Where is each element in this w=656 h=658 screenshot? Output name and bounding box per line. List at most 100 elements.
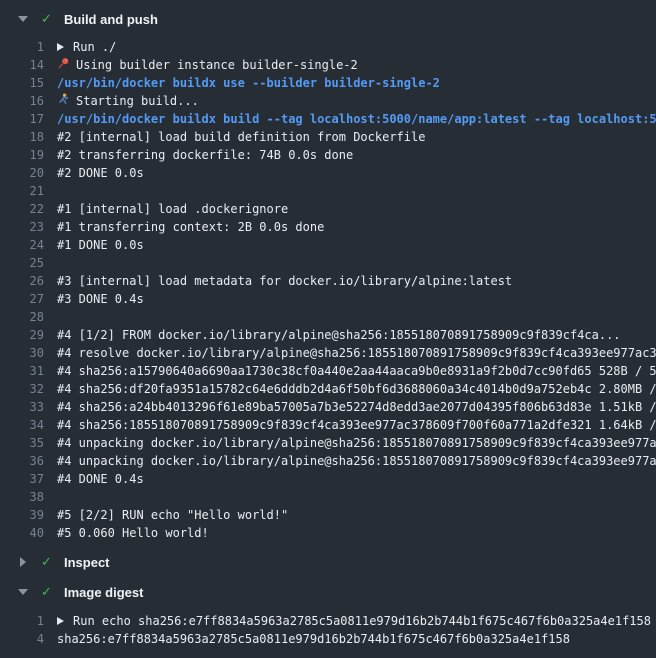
chevron-right-icon[interactable] (18, 557, 28, 567)
line-text: #4 sha256:a24bb4013296f61e89ba57005a7b3e… (44, 398, 656, 416)
log-line: 37 #4 DONE 0.4s (0, 470, 656, 488)
line-text: #4 unpacking docker.io/library/alpine@sh… (44, 434, 656, 452)
log-line: 33 #4 sha256:a24bb4013296f61e89ba57005a7… (0, 398, 656, 416)
log-line: 38 (0, 488, 656, 506)
line-number[interactable]: 35 (0, 434, 44, 452)
log-line: 34 #4 sha256:185518070891758909c9f839cf4… (0, 416, 656, 434)
line-number[interactable]: 4 (0, 630, 44, 648)
log-line: 23 #1 transferring context: 2B 0.0s done (0, 218, 656, 236)
line-number[interactable]: 14 (0, 56, 44, 74)
log-line: 28 (0, 308, 656, 326)
line-text: #4 [1/2] FROM docker.io/library/alpine@s… (44, 326, 656, 344)
log-line: 24 #1 DONE 0.0s (0, 236, 656, 254)
log-line: 27 #3 DONE 0.4s (0, 290, 656, 308)
actions-log: ✓ Build and push 1 Run ./ 14 Using build… (0, 0, 656, 648)
line-number[interactable]: 22 (0, 200, 44, 218)
line-number[interactable]: 28 (0, 308, 44, 326)
line-number[interactable]: 29 (0, 326, 44, 344)
chevron-down-icon[interactable] (18, 589, 28, 595)
line-number[interactable]: 21 (0, 182, 44, 200)
line-number[interactable]: 30 (0, 344, 44, 362)
line-text: #1 transferring context: 2B 0.0s done (44, 218, 656, 236)
line-text (44, 308, 656, 326)
line-number[interactable]: 31 (0, 362, 44, 380)
log-line: 35 #4 unpacking docker.io/library/alpine… (0, 434, 656, 452)
line-number[interactable]: 16 (0, 92, 44, 110)
line-number[interactable]: 1 (0, 38, 44, 56)
line-text: Starting build... (44, 92, 656, 110)
step-title: Image digest (64, 585, 143, 600)
line-text: #5 [2/2] RUN echo "Hello world!" (44, 506, 656, 524)
line-text: #4 unpacking docker.io/library/alpine@sh… (44, 452, 656, 470)
log-line: 15 /usr/bin/docker buildx use --builder … (0, 74, 656, 92)
line-number[interactable]: 32 (0, 380, 44, 398)
check-icon: ✓ (41, 556, 55, 569)
line-number[interactable]: 24 (0, 236, 44, 254)
line-number[interactable]: 34 (0, 416, 44, 434)
line-number[interactable]: 40 (0, 524, 44, 542)
play-icon[interactable] (57, 617, 64, 625)
line-number[interactable]: 15 (0, 74, 44, 92)
step-title: Build and push (64, 12, 158, 27)
log-line: 1 Run ./ (0, 38, 656, 56)
line-text: #1 [internal] load .dockerignore (44, 200, 656, 218)
log-line: 30 #4 resolve docker.io/library/alpine@s… (0, 344, 656, 362)
log-line: 19 #2 transferring dockerfile: 74B 0.0s … (0, 146, 656, 164)
log-line: 36 #4 unpacking docker.io/library/alpine… (0, 452, 656, 470)
log-line: 21 (0, 182, 656, 200)
step-header-build-and-push[interactable]: ✓ Build and push (0, 5, 656, 33)
step-title: Inspect (64, 555, 110, 570)
line-number[interactable]: 36 (0, 452, 44, 470)
line-number[interactable]: 19 (0, 146, 44, 164)
line-number[interactable]: 26 (0, 272, 44, 290)
log-line: 31 #4 sha256:a15790640a6690aa1730c38cf0a… (0, 362, 656, 380)
line-text: #4 sha256:df20fa9351a15782c64e6dddb2d4a6… (44, 380, 656, 398)
line-number[interactable]: 25 (0, 254, 44, 272)
line-number[interactable]: 20 (0, 164, 44, 182)
line-text (44, 488, 656, 506)
log-line: 14 Using builder instance builder-single… (0, 56, 656, 74)
pushpin-icon (57, 57, 70, 74)
line-text-command: /usr/bin/docker buildx use --builder bui… (44, 74, 656, 92)
line-text: #3 [internal] load metadata for docker.i… (44, 272, 656, 290)
line-text: #2 transferring dockerfile: 74B 0.0s don… (44, 146, 656, 164)
log-line: 39 #5 [2/2] RUN echo "Hello world!" (0, 506, 656, 524)
line-text (44, 182, 656, 200)
line-number[interactable]: 33 (0, 398, 44, 416)
line-text: #4 sha256:a15790640a6690aa1730c38cf0a440… (44, 362, 656, 380)
log-line: 26 #3 [internal] load metadata for docke… (0, 272, 656, 290)
check-icon: ✓ (41, 586, 55, 599)
log-line: 16 Starting build... (0, 92, 656, 110)
line-text: #5 0.060 Hello world! (44, 524, 656, 542)
chevron-down-icon[interactable] (18, 16, 28, 22)
log-line: 18 #2 [internal] load build definition f… (0, 128, 656, 146)
log-line: 32 #4 sha256:df20fa9351a15782c64e6dddb2d… (0, 380, 656, 398)
line-text[interactable]: Run echo sha256:e7ff8834a5963a2785c5a081… (44, 612, 656, 630)
line-text-command: /usr/bin/docker buildx build --tag local… (44, 110, 656, 128)
play-icon[interactable] (57, 43, 64, 51)
line-number[interactable]: 37 (0, 470, 44, 488)
log-line: 25 (0, 254, 656, 272)
check-icon: ✓ (41, 13, 55, 26)
log-line: 17 /usr/bin/docker buildx build --tag lo… (0, 110, 656, 128)
step-header-inspect[interactable]: ✓ Inspect (0, 548, 656, 576)
line-text[interactable]: Run ./ (44, 38, 656, 56)
line-text: Using builder instance builder-single-2 (44, 56, 656, 74)
line-number[interactable]: 18 (0, 128, 44, 146)
step-header-image-digest[interactable]: ✓ Image digest (0, 578, 656, 606)
line-number[interactable]: 27 (0, 290, 44, 308)
line-number[interactable]: 17 (0, 110, 44, 128)
line-text: #2 [internal] load build definition from… (44, 128, 656, 146)
line-text: #4 DONE 0.4s (44, 470, 656, 488)
line-number[interactable]: 39 (0, 506, 44, 524)
line-text: sha256:e7ff8834a5963a2785c5a0811e979d16b… (44, 630, 656, 648)
line-text: #4 sha256:185518070891758909c9f839cf4ca3… (44, 416, 656, 434)
line-text: #4 resolve docker.io/library/alpine@sha2… (44, 344, 656, 362)
line-number[interactable]: 38 (0, 488, 44, 506)
line-text: #3 DONE 0.4s (44, 290, 656, 308)
line-number[interactable]: 23 (0, 218, 44, 236)
line-text (44, 254, 656, 272)
step-log-build-and-push: 1 Run ./ 14 Using builder instance build… (0, 38, 656, 542)
line-number[interactable]: 1 (0, 612, 44, 630)
log-line: 20 #2 DONE 0.0s (0, 164, 656, 182)
